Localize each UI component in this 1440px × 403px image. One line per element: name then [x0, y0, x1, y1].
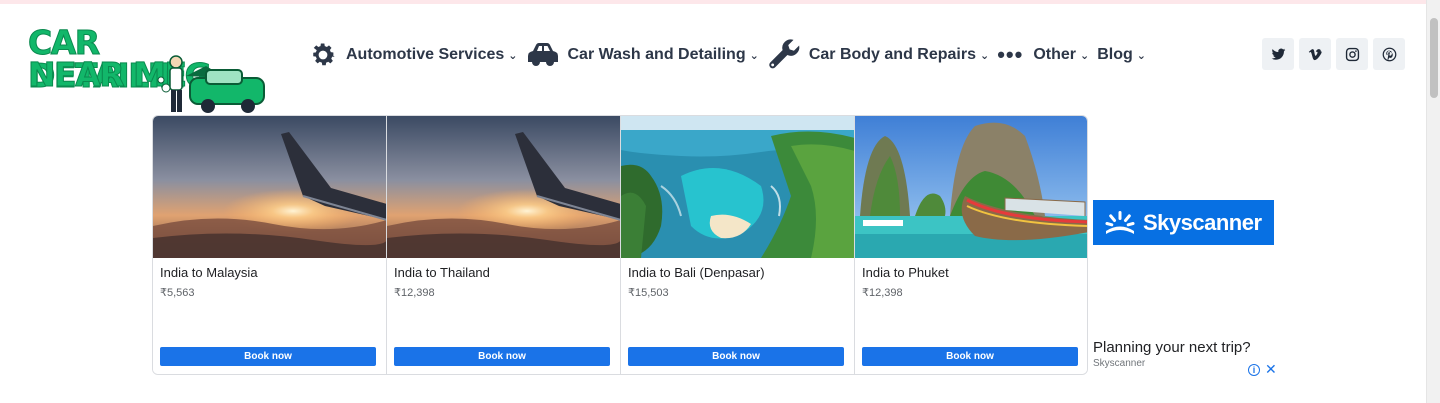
chevron-down-icon: ⌄ [508, 49, 518, 62]
car-icon [526, 41, 560, 69]
nav-automotive-services[interactable]: Automotive Services ⌄ [308, 40, 518, 70]
instagram-icon [1345, 47, 1359, 61]
skyscanner-logo[interactable]: Skyscanner [1093, 200, 1274, 245]
more-dots-icon: ••• [997, 42, 1024, 67]
book-now-button[interactable]: Book now [160, 347, 376, 366]
site-logo[interactable]: CAR DETAILING NEAR ME [27, 26, 265, 113]
price-label: ₹12,398 [394, 287, 435, 299]
destination-label: India to Phuket [862, 265, 949, 280]
destination-label: India to Thailand [394, 265, 490, 280]
nav-label: Blog [1097, 46, 1133, 63]
pinterest-icon [1382, 47, 1396, 61]
vimeo-link[interactable] [1299, 38, 1331, 70]
nav-car-body-repairs[interactable]: Car Body and Repairs ⌄ [767, 38, 989, 72]
airplane-wing-sunset-image [387, 116, 620, 258]
wrench-icon [767, 38, 801, 72]
info-icon[interactable]: i [1248, 363, 1260, 376]
flight-card[interactable]: India to Thailand ₹12,398 Book now [387, 116, 621, 374]
scrollbar-thumb[interactable] [1430, 18, 1438, 98]
nav-other[interactable]: Other ⌄ [1033, 46, 1089, 64]
chevron-down-icon: ⌄ [1079, 49, 1090, 62]
chevron-down-icon: ⌄ [979, 49, 990, 62]
chevron-down-icon: ⌄ [1136, 49, 1146, 62]
main-nav: Automotive Services ⌄ Car Wash and Detai… [308, 36, 1154, 74]
ad-headline[interactable]: Planning your next trip? [1093, 339, 1251, 356]
phuket-longtail-boat-image [855, 116, 1087, 258]
ad-advertiser: Skyscanner [1093, 358, 1146, 369]
skyscanner-wordmark: Skyscanner [1143, 209, 1262, 235]
nav-blog[interactable]: Blog ⌄ [1097, 46, 1146, 64]
book-now-button[interactable]: Book now [628, 347, 844, 366]
price-label: ₹12,398 [862, 287, 903, 299]
twitter-icon [1271, 48, 1285, 60]
book-now-button[interactable]: Book now [394, 347, 610, 366]
book-now-button[interactable]: Book now [862, 347, 1078, 366]
destination-label: India to Bali (Denpasar) [628, 265, 765, 280]
flight-ad-carousel: India to Malaysia ₹5,563 Book now India … [152, 115, 1088, 375]
sunrise-icon [1105, 210, 1135, 234]
flight-card[interactable]: India to Malaysia ₹5,563 Book now [153, 116, 387, 374]
social-links [1262, 38, 1410, 70]
close-icon[interactable]: ✕ [1265, 361, 1277, 378]
top-accent-line [0, 0, 1440, 4]
page-scrollbar[interactable] [1426, 0, 1440, 403]
airplane-wing-sunset-image [153, 116, 386, 258]
nav-label: Other [1033, 46, 1076, 63]
flight-card[interactable]: India to Phuket ₹12,398 Book now [855, 116, 1087, 374]
nav-label: Car Wash and Detailing [567, 46, 746, 63]
price-label: ₹15,503 [628, 287, 669, 299]
price-label: ₹5,563 [160, 287, 195, 299]
bali-beach-cliff-image [621, 116, 854, 258]
chevron-down-icon: ⌄ [749, 49, 759, 62]
vimeo-icon [1308, 48, 1322, 60]
instagram-link[interactable] [1336, 38, 1368, 70]
flight-card[interactable]: India to Bali (Denpasar) ₹15,503 Book no… [621, 116, 855, 374]
gear-icon [308, 40, 338, 70]
nav-label: Automotive Services [346, 46, 505, 63]
ad-choices[interactable]: i ✕ [1248, 361, 1277, 378]
nav-car-wash-detailing[interactable]: Car Wash and Detailing ⌄ [526, 41, 759, 69]
destination-label: India to Malaysia [160, 265, 258, 280]
twitter-link[interactable] [1262, 38, 1294, 70]
pinterest-link[interactable] [1373, 38, 1405, 70]
nav-label: Car Body and Repairs [808, 46, 976, 63]
